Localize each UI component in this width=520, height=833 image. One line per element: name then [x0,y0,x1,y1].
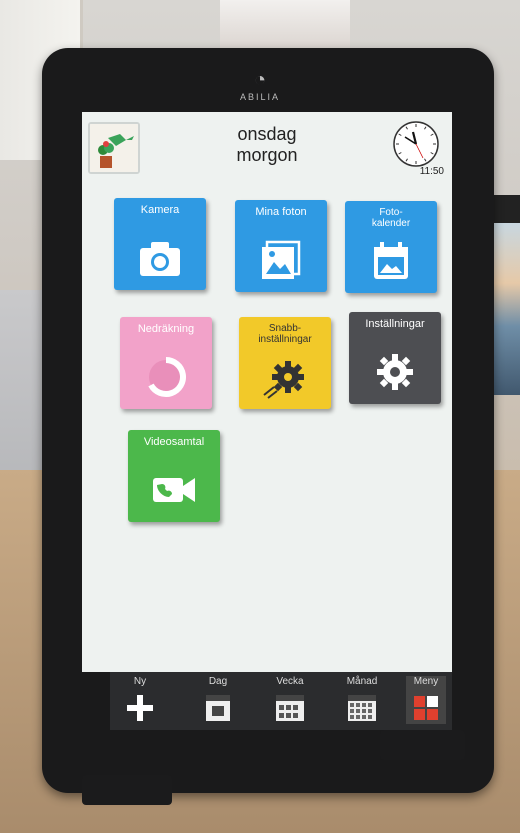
day-calendar-icon [206,695,230,721]
gear-icon [377,354,413,390]
tile-label: Inställningar [365,318,425,330]
abilia-logo-icon: ◔ [253,69,267,91]
menu-grid-icon [414,696,438,720]
user-photo-button[interactable] [88,122,140,174]
camera-icon [140,242,180,276]
bottom-navigation: Ny Dag Vecka Månad Meny [110,672,452,730]
week-calendar-icon [276,695,304,721]
tile-label: Mina foton [255,206,307,218]
nav-label: Vecka [276,676,304,687]
day-part-label: morgon [236,145,298,165]
nav-label: Dag [208,676,228,687]
tablet-screen: onsdag morgon 11:50 Kamera Mina foton Fo… [82,112,452,672]
brand-logo: ◔ ABILIA [220,70,300,102]
countdown-icon [148,357,186,397]
photos-icon [262,240,301,279]
camera-tile[interactable]: Kamera [114,198,206,290]
tile-label: Kamera [140,204,180,216]
countdown-tile[interactable]: Nedräkning [120,317,212,409]
quick-settings-icon [263,361,304,399]
quick-settings-tile[interactable]: Snabb- inställningar [239,317,331,409]
tile-label: Nedräkning [137,323,195,335]
nav-label: Ny [133,676,147,687]
my-photos-tile[interactable]: Mina foton [235,200,327,292]
menu-button[interactable]: Meny [406,676,446,724]
clock-face-icon [393,121,439,167]
brand-name: ABILIA [239,92,280,102]
tile-label: Snabb- inställningar [258,323,312,345]
tablet-stand-left [82,775,172,805]
new-button[interactable]: Ny [120,676,160,724]
weekday-label: onsdag [237,124,297,144]
photo-calendar-icon [374,242,408,279]
tile-label: Foto- kalender [371,207,411,229]
nav-label: Månad [346,676,378,687]
day-button[interactable]: Dag [198,676,238,724]
nav-label: Meny [413,676,439,687]
month-button[interactable]: Månad [342,676,382,724]
watering-can-photo-icon [90,124,138,172]
week-button[interactable]: Vecka [270,676,310,724]
analog-clock: 11:50 [392,120,444,177]
photo-calendar-tile[interactable]: Foto- kalender [345,201,437,293]
month-calendar-icon [348,695,376,721]
plus-icon [127,695,153,721]
tile-label: Videosamtal [143,436,205,448]
background-window-top [220,0,350,55]
video-call-icon [153,478,195,502]
tablet-stand-right [380,730,465,760]
settings-tile[interactable]: Inställningar [349,312,441,404]
digital-time: 11:50 [419,166,444,177]
video-call-tile[interactable]: Videosamtal [128,430,220,522]
date-header: onsdag morgon [182,124,352,166]
